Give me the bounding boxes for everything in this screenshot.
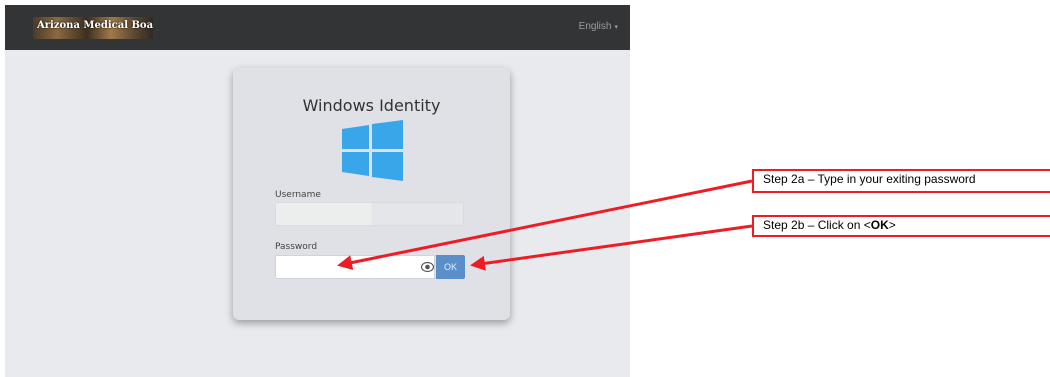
- callout-arrows: [337, 179, 753, 271]
- arrow-to-ok: [470, 224, 753, 271]
- arrow-to-password: [337, 179, 753, 270]
